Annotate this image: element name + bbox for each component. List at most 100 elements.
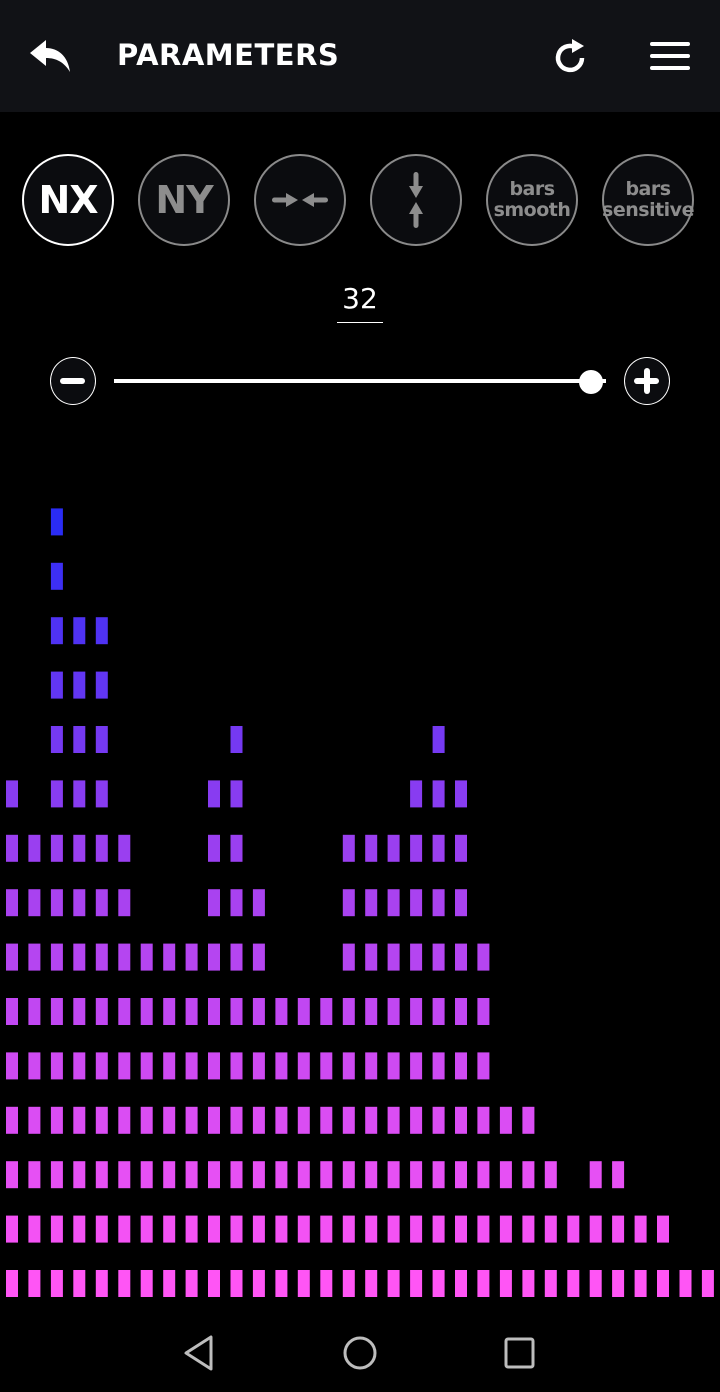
bar-segment-c8-r6 xyxy=(185,998,198,1025)
bar-segment-c8-r1 xyxy=(185,1270,198,1297)
bar-segment-c10-r10 xyxy=(230,780,243,808)
bar-segment-c15-r5 xyxy=(342,1052,355,1080)
bar-segment-c19-r4 xyxy=(432,1106,445,1134)
bar-segment-c1-r6 xyxy=(28,998,41,1025)
bar-segment-c15-r1 xyxy=(342,1270,355,1297)
bar-segment-c1-r3 xyxy=(28,1161,41,1189)
bar-segment-c5-r8 xyxy=(118,889,131,917)
mode-bars-sensitive-line2: sensitive xyxy=(602,199,694,221)
bar-segment-c24-r3 xyxy=(544,1161,557,1189)
bar-segment-c2-r7 xyxy=(50,943,63,971)
bar-segment-c12-r1 xyxy=(275,1270,288,1297)
mode-nx-button[interactable]: NX xyxy=(22,154,114,246)
nav-home-button[interactable] xyxy=(338,1332,382,1376)
bar-segment-c6-r4 xyxy=(140,1106,153,1134)
bar-segment-c7-r5 xyxy=(163,1052,176,1080)
bar-segment-c21-r4 xyxy=(477,1106,490,1134)
bar-segment-c18-r2 xyxy=(410,1215,423,1243)
bar-segment-c9-r5 xyxy=(208,1052,220,1080)
bar-segment-c14-r6 xyxy=(320,998,333,1025)
bar-segment-c19-r9 xyxy=(432,834,445,862)
nav-back-button[interactable] xyxy=(178,1332,222,1376)
bar-segment-c15-r4 xyxy=(342,1106,355,1134)
mode-ny-button[interactable]: NY xyxy=(138,154,230,246)
bar-segment-c24-r1 xyxy=(544,1270,557,1297)
bar-segment-c8-r4 xyxy=(185,1106,198,1134)
bar-segment-c17-r4 xyxy=(387,1106,400,1134)
bar-segment-c19-r11 xyxy=(432,726,445,753)
bar-segment-c7-r3 xyxy=(163,1161,176,1189)
bar-segment-c2-r4 xyxy=(50,1106,63,1134)
mode-vertical-center-button[interactable] xyxy=(370,154,462,246)
bar-segment-c2-r1 xyxy=(50,1270,63,1297)
bar-segment-c24-r2 xyxy=(544,1215,557,1243)
bar-segment-c22-r3 xyxy=(499,1161,512,1189)
bar-segment-c28-r2 xyxy=(634,1215,647,1243)
bar-segment-c3-r13 xyxy=(73,617,86,645)
bar-segment-c0-r1 xyxy=(6,1270,18,1297)
slider-thumb[interactable] xyxy=(579,370,604,394)
bar-segment-c4-r2 xyxy=(95,1215,108,1243)
bar-segment-c4-r4 xyxy=(95,1106,108,1134)
bar-segment-c17-r3 xyxy=(387,1161,400,1189)
bar-segment-c8-r2 xyxy=(185,1215,198,1243)
bar-segment-c9-r1 xyxy=(208,1270,220,1297)
increase-button[interactable] xyxy=(624,357,670,405)
bar-segment-c2-r6 xyxy=(50,998,63,1025)
parameter-value[interactable]: 32 xyxy=(337,282,383,315)
bar-segment-c10-r11 xyxy=(230,726,243,753)
bar-segment-c26-r3 xyxy=(589,1161,602,1189)
nav-back-triangle-icon xyxy=(184,1335,213,1371)
bar-segment-c30-r1 xyxy=(679,1270,692,1297)
bar-segment-c9-r10 xyxy=(208,780,220,808)
bar-segment-c10-r4 xyxy=(230,1106,243,1134)
bar-segment-c23-r2 xyxy=(522,1215,535,1243)
bar-segment-c1-r7 xyxy=(28,943,41,971)
bar-segment-c5-r3 xyxy=(118,1161,131,1189)
bar-segment-c5-r9 xyxy=(118,834,131,862)
bar-segment-c18-r6 xyxy=(410,998,423,1025)
reply-arrow-icon xyxy=(30,40,70,72)
bar-segment-c0-r7 xyxy=(6,943,18,971)
bar-segment-c19-r2 xyxy=(432,1215,445,1243)
bar-segment-c31-r1 xyxy=(701,1270,714,1297)
bar-segment-c0-r3 xyxy=(6,1161,18,1189)
bar-segment-c9-r2 xyxy=(208,1215,220,1243)
bar-segment-c4-r1 xyxy=(95,1270,108,1297)
bar-segment-c11-r4 xyxy=(252,1106,265,1134)
bar-segment-c29-r1 xyxy=(657,1270,669,1297)
bar-segment-c8-r7 xyxy=(185,943,198,971)
bar-segment-c22-r4 xyxy=(499,1106,512,1134)
mode-bars-smooth-button[interactable]: bars smooth xyxy=(486,154,578,246)
slider-track[interactable] xyxy=(114,379,606,383)
mode-horizontal-center-button[interactable] xyxy=(254,154,346,246)
bar-segment-c7-r1 xyxy=(163,1270,176,1297)
decrease-button[interactable] xyxy=(50,357,96,405)
bar-segment-c19-r5 xyxy=(432,1052,445,1080)
mode-bars-sensitive-button[interactable]: bars sensitive xyxy=(602,154,694,246)
refresh-button[interactable] xyxy=(548,36,592,80)
bar-segment-c7-r2 xyxy=(163,1215,176,1243)
bar-segment-c12-r4 xyxy=(275,1106,288,1134)
nav-recents-button[interactable] xyxy=(498,1332,542,1376)
bar-segment-c20-r3 xyxy=(455,1161,467,1189)
parameter-slider[interactable] xyxy=(114,370,606,394)
bar-segment-c0-r8 xyxy=(6,889,18,917)
bar-segment-c20-r8 xyxy=(455,889,467,917)
bar-segment-c18-r5 xyxy=(410,1052,423,1080)
menu-button[interactable] xyxy=(646,38,694,76)
bar-segment-c5-r7 xyxy=(118,943,131,971)
bar-segment-c1-r9 xyxy=(28,834,41,862)
bar-segment-c9-r9 xyxy=(208,834,220,862)
bar-segment-c8-r3 xyxy=(185,1161,198,1189)
bar-segment-c21-r7 xyxy=(477,943,490,971)
mode-bars-sensitive-line1: bars xyxy=(625,178,671,200)
bar-segment-c13-r4 xyxy=(297,1106,310,1134)
arrows-converge-horizontal-icon xyxy=(272,193,328,207)
bar-segment-c25-r2 xyxy=(567,1215,580,1243)
back-button[interactable] xyxy=(26,36,74,76)
bar-segment-c4-r9 xyxy=(95,834,108,862)
bar-segment-c17-r2 xyxy=(387,1215,400,1243)
bar-segment-c4-r12 xyxy=(95,671,108,699)
bar-segment-c22-r2 xyxy=(499,1215,512,1243)
